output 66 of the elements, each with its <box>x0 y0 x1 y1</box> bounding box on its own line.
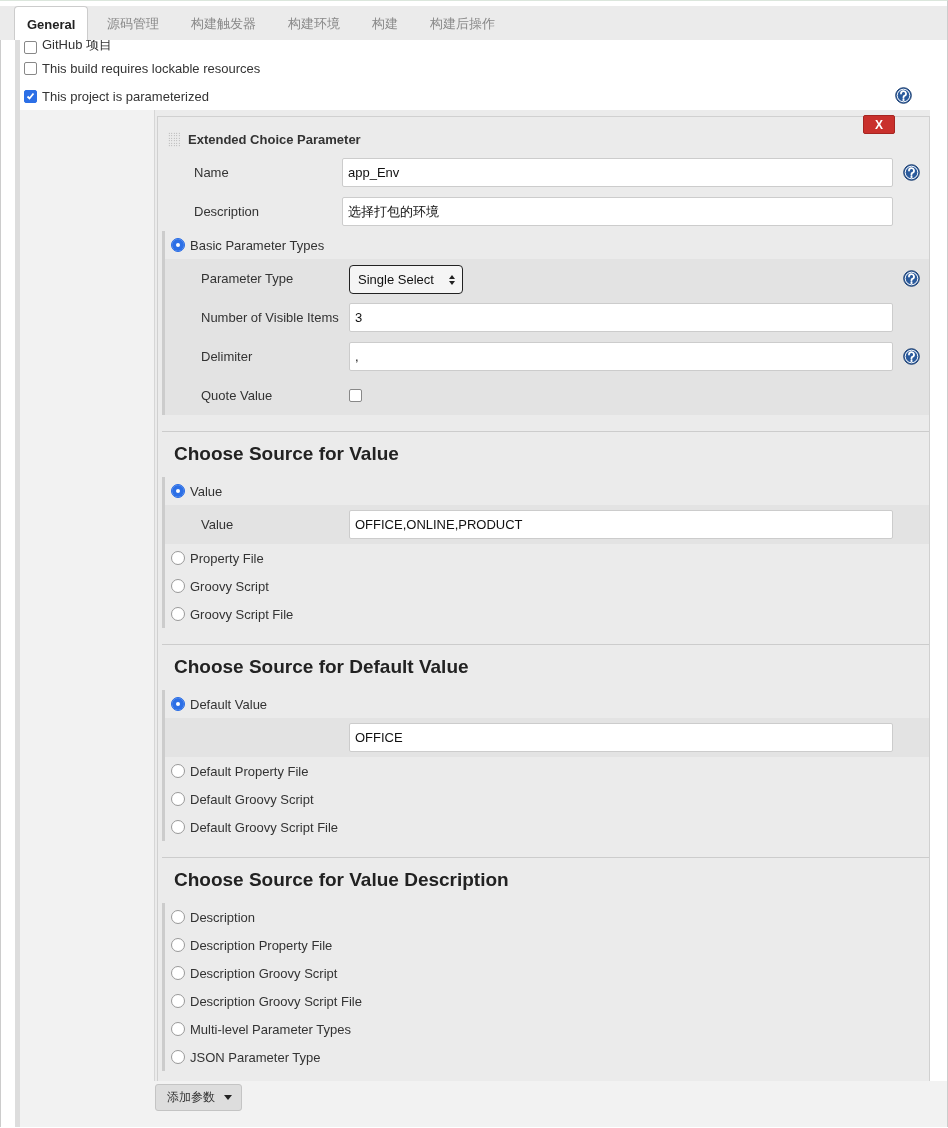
radio-label: Property File <box>190 550 264 566</box>
radio-label: Multi-level Parameter Types <box>190 1021 351 1037</box>
radio-label: Description <box>190 909 256 925</box>
radio-label: Description Groovy Script File <box>190 993 362 1009</box>
radio-label: JSON Parameter Type <box>190 1049 321 1065</box>
field-label: Parameter Type <box>200 271 295 286</box>
section-heading: Choose Source for Value Description <box>173 867 510 892</box>
checkbox-label: This project is parameterized <box>42 88 209 104</box>
radio-button[interactable] <box>171 484 185 498</box>
radio-label: Description Property File <box>190 937 333 953</box>
input-field[interactable]: , <box>349 342 893 371</box>
delete-button[interactable]: X <box>863 115 895 134</box>
tab[interactable]: General <box>14 6 89 41</box>
help-icon[interactable] <box>894 87 912 104</box>
help-icon[interactable] <box>902 348 920 365</box>
radio-button[interactable] <box>171 910 185 924</box>
checkbox[interactable] <box>349 389 362 402</box>
field-label: Quote Value <box>200 388 274 403</box>
radio-label: Groovy Script <box>190 578 269 594</box>
drag-handle-icon[interactable] <box>168 131 180 147</box>
field-label: Value <box>200 517 235 532</box>
checkmark-icon <box>26 91 35 101</box>
radio-label: Groovy Script File <box>190 606 294 622</box>
caret-icon <box>224 1095 232 1100</box>
radio-button[interactable] <box>171 764 185 778</box>
radio-button[interactable] <box>171 607 185 621</box>
radio-label: Basic Parameter Types <box>190 237 325 253</box>
radio-button[interactable] <box>171 697 185 711</box>
help-icon[interactable] <box>902 270 920 287</box>
radio-button[interactable] <box>171 938 185 952</box>
select-dropdown[interactable]: Single Select <box>349 265 463 294</box>
input-field[interactable]: 3 <box>349 303 893 332</box>
radio-button[interactable] <box>171 820 185 834</box>
radio-label: Default Groovy Script File <box>190 819 339 835</box>
field-label: Delimiter <box>200 349 254 364</box>
parameter-title: Extended Choice Parameter <box>188 131 361 147</box>
radio-button[interactable] <box>171 966 185 980</box>
add-parameter-button[interactable]: 添加参数 <box>155 1084 242 1111</box>
checkbox[interactable] <box>24 41 37 54</box>
section-heading: Choose Source for Default Value <box>173 654 470 679</box>
field-label: Name <box>193 165 230 180</box>
radio-label: Default Groovy Script <box>190 791 314 807</box>
radio-button[interactable] <box>171 579 185 593</box>
checkbox-label: This build requires lockable resources <box>42 60 261 76</box>
section-heading: Choose Source for Value <box>173 441 400 466</box>
input-field[interactable]: OFFICE <box>349 723 893 752</box>
field-label: Description <box>193 204 261 219</box>
input-field[interactable]: 选择打包的环境 <box>342 197 893 226</box>
checkbox-label: GitHub 项目 <box>42 40 113 54</box>
radio-label: Default Value <box>190 696 268 712</box>
radio-button[interactable] <box>171 238 185 252</box>
field-label: Number of Visible Items <box>200 310 340 325</box>
radio-label: Default Property File <box>190 763 309 779</box>
help-icon[interactable] <box>902 164 920 181</box>
radio-button[interactable] <box>171 994 185 1008</box>
checkbox[interactable] <box>24 61 37 75</box>
radio-button[interactable] <box>171 551 185 565</box>
radio-button[interactable] <box>171 792 185 806</box>
radio-button[interactable] <box>171 1050 185 1064</box>
radio-button[interactable] <box>171 1022 185 1036</box>
updown-arrows-icon <box>448 273 456 286</box>
radio-label: Description Groovy Script <box>190 965 338 981</box>
checkbox[interactable] <box>24 89 37 103</box>
input-field[interactable]: app_Env <box>342 158 893 187</box>
input-field[interactable]: OFFICE,ONLINE,PRODUCT <box>349 510 893 539</box>
radio-label: Value <box>190 483 223 499</box>
